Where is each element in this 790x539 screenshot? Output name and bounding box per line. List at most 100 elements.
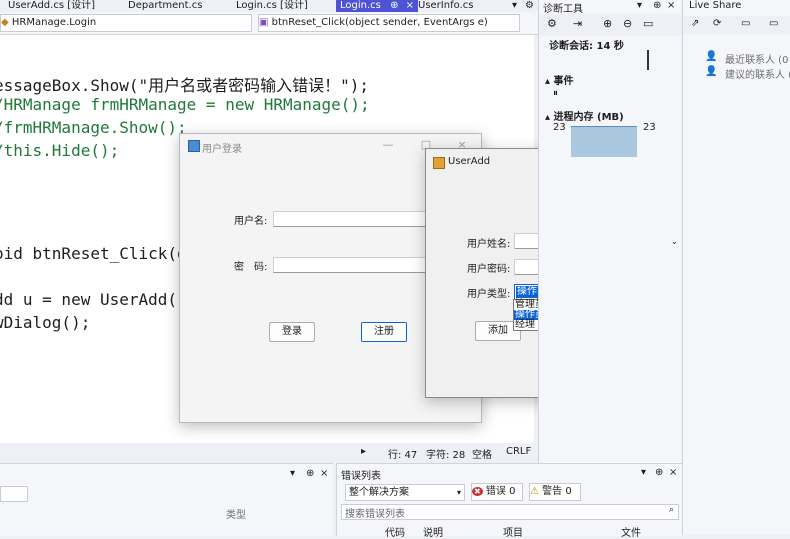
scope-combo[interactable]: 整个解决方案 ▾ <box>345 484 465 501</box>
close-icon[interactable]: × <box>669 467 677 478</box>
class-icon: ◆ <box>1 17 9 28</box>
error-search-placeholder: 搜索错误列表 <box>345 509 405 520</box>
events-label: 事件 <box>553 76 574 87</box>
diag-toolbar: ⚙ ⇥ ⊕ ⊖ ▭ <box>539 14 681 36</box>
pin-icon[interactable]: ⊕ <box>306 468 314 479</box>
liveshare-title: Live Share <box>689 0 742 11</box>
live-share-panel: Live Share ⇗ ⟳ ▭ ▭ 👤 最近联系人 (0 👤 建议的联系人 ( <box>682 0 790 535</box>
member-combo[interactable]: ▣ btnReset_Click(object sender, EventArg… <box>258 14 520 32</box>
errors-filter-button[interactable]: ✖ 错误 0 <box>471 483 523 501</box>
zoom-in-icon[interactable]: ⊕ <box>603 17 612 30</box>
chevron-down-icon: ▾ <box>456 488 461 497</box>
settings-icon[interactable]: ⚙ <box>525 0 534 12</box>
class-combo-value: HRManage.Login <box>11 17 97 28</box>
tab-login-cs-label: Login.cs <box>340 0 381 11</box>
chevron-down-icon[interactable]: ▾ <box>637 0 642 11</box>
refresh-icon[interactable]: ⟳ <box>713 18 721 29</box>
zoom-fit-icon[interactable]: ▭ <box>643 17 653 30</box>
error-list-title: 错误列表 <box>341 471 381 482</box>
useradd-title: UserAdd <box>448 156 491 167</box>
diag-title: 诊断工具 <box>543 4 583 15</box>
tab-useradd-design[interactable]: UserAdd.cs [设计] <box>8 0 95 12</box>
col-code[interactable]: 代码 <box>385 524 405 539</box>
code-line: /this.Hide(); <box>0 141 120 160</box>
col-project[interactable]: 项目 <box>503 524 523 539</box>
warning-icon: ⚠ <box>530 486 539 497</box>
suggested-contacts[interactable]: 建议的联系人 ( <box>725 66 790 81</box>
memory-right-value: 23 <box>643 122 656 133</box>
scroll-right-icon[interactable]: ▸ <box>361 446 366 457</box>
type-label: 用户类型: <box>467 289 511 300</box>
error-list-panel: 错误列表 ▾ ⊕ × 整个解决方案 ▾ ✖ 错误 0 ⚠ 警告 0 搜索错误列表… <box>336 463 682 539</box>
login-button[interactable]: 登录 <box>269 322 315 342</box>
username-label: 用户名: <box>234 216 268 227</box>
tab-department[interactable]: Department.cs <box>128 0 202 12</box>
tab-login-design[interactable]: Login.cs [设计] <box>236 0 308 12</box>
session-duration: 诊断会话: 14 秒 <box>549 41 624 52</box>
code-line: dd u = new UserAdd() <box>0 290 187 309</box>
chevron-down-icon[interactable]: ▾ <box>290 468 295 479</box>
code-line: oid btnReset_Click(o <box>0 244 187 263</box>
register-button[interactable]: 注册 <box>361 322 407 342</box>
app-icon <box>433 157 445 169</box>
search-icon: ⌕ <box>668 505 674 515</box>
screen-icon[interactable]: ▭ <box>741 18 750 29</box>
liveshare-toolbar: ⇗ ⟳ ▭ ▭ <box>683 16 790 34</box>
tab-userinfo[interactable]: UserInfo.cs <box>418 0 473 12</box>
errors-count: 错误 0 <box>485 486 516 497</box>
memory-left-value: 23 <box>553 122 566 133</box>
line-indicator: 行: 47 <box>388 450 418 461</box>
pin-icon[interactable]: ⊕ <box>390 0 398 11</box>
scroll-down-icon[interactable]: ⌄ <box>671 237 679 249</box>
login-title: 用户登录 <box>202 144 242 155</box>
warnings-filter-button[interactable]: ⚠ 警告 0 <box>529 483 581 501</box>
user-icon: 👤 <box>705 51 718 62</box>
diagnostics-panel: 诊断工具 ▾ ⊕ × ⚙ ⇥ ⊕ ⊖ ▭ 诊断会话: 14 秒 ▴ 事件 ⏸ ▴… <box>538 0 681 463</box>
app-icon <box>188 140 200 152</box>
class-combo[interactable]: ◆ HRManage.Login <box>0 14 252 32</box>
pause-icon[interactable]: ⏸ <box>553 88 558 99</box>
minimize-icon[interactable]: — <box>378 138 398 154</box>
pin-icon[interactable]: ⊕ <box>653 0 661 11</box>
close-icon[interactable]: × <box>667 0 675 11</box>
username-input[interactable] <box>273 211 435 227</box>
code-line: /frmHRManage.Show(); <box>0 118 187 137</box>
warnings-count: 警告 0 <box>542 486 572 497</box>
eol-indicator: CRLF <box>506 446 532 457</box>
method-icon: ▣ <box>259 17 269 28</box>
memory-graph <box>571 126 637 157</box>
export-icon[interactable]: ⇥ <box>573 17 582 30</box>
code-line: essageBox.Show("用户名或者密码输入错误！"); <box>0 76 370 95</box>
share-icon[interactable]: ⇗ <box>691 18 699 29</box>
chevron-down-icon[interactable]: ▾ <box>641 467 646 478</box>
password-input[interactable] <box>273 257 435 273</box>
settings-icon[interactable]: ⚙ <box>547 17 557 30</box>
pin-icon[interactable]: ⊕ <box>655 467 663 478</box>
tab-login-cs[interactable]: Login.cs ⊕ × <box>336 0 419 12</box>
col-file[interactable]: 文件 <box>621 524 641 539</box>
col-description[interactable]: 说明 <box>423 524 443 539</box>
navigation-bar: ◆ HRManage.Login ▣ btnReset_Click(object… <box>0 12 538 35</box>
document-tab-bar: UserAdd.cs [设计] Department.cs Login.cs [… <box>0 0 538 12</box>
output-combo[interactable] <box>0 486 28 502</box>
zoom-out-icon[interactable]: ⊖ <box>623 17 632 30</box>
editor-status-bar: ▸ 行: 47 字符: 28 空格 CRLF <box>0 443 534 461</box>
whitespace-indicator: 空格 <box>472 450 492 461</box>
name-label: 用户姓名: <box>467 239 511 250</box>
error-icon: ✖ <box>472 487 483 496</box>
recent-contacts[interactable]: 最近联系人 (0 <box>725 51 788 66</box>
memory-header: ▴ 进程内存 (MB) <box>545 112 624 123</box>
timeline-marker <box>647 50 649 70</box>
error-list-header: 代码 说明 项目 文件 <box>337 522 682 539</box>
more-icon[interactable]: ▭ <box>769 18 778 29</box>
scope-value: 整个解决方案 <box>349 487 409 498</box>
tab-overflow-icon[interactable]: ▾ <box>512 0 517 12</box>
user-password-label: 用户密码: <box>467 264 511 275</box>
type-column-header[interactable]: 类型 <box>226 506 246 521</box>
code-line: /HRManage frmHRManage = new HRManage(); <box>0 95 370 114</box>
close-icon[interactable]: × <box>320 468 328 479</box>
char-indicator: 字符: 28 <box>426 450 466 461</box>
password-label: 密 码: <box>234 262 268 273</box>
error-search-input[interactable]: 搜索错误列表 ⌕ <box>341 504 679 520</box>
close-icon[interactable]: × <box>406 0 414 11</box>
